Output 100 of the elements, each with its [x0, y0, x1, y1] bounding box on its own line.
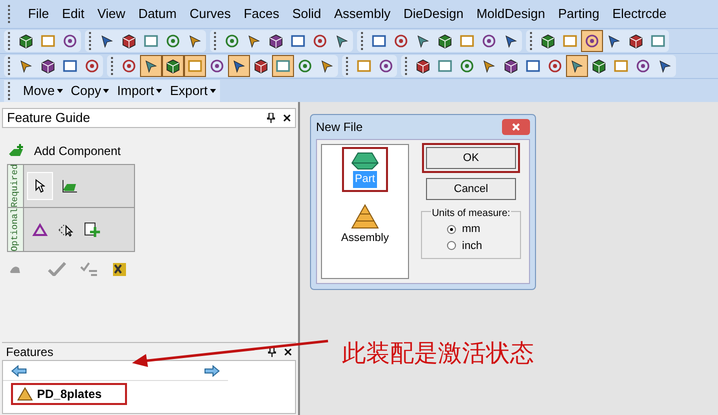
square-icon [187, 58, 203, 74]
menu-item[interactable]: Datum [138, 4, 177, 24]
circle-icon [481, 33, 497, 49]
radio-button[interactable] [447, 224, 456, 234]
arrow-icon [18, 58, 34, 74]
menu-item[interactable]: View [97, 4, 126, 24]
checkmark-icon[interactable] [48, 262, 66, 276]
arrow-icon [319, 58, 335, 74]
pointer-icon [35, 179, 45, 193]
arrow-icon [606, 33, 622, 49]
arrow-icon [99, 33, 115, 49]
circle-icon [209, 58, 225, 74]
menu-item[interactable]: File [28, 4, 49, 24]
dotted-pointer-icon[interactable] [58, 222, 74, 236]
pin-icon[interactable] [268, 346, 276, 356]
radio-option[interactable]: mm [447, 221, 495, 238]
circle-icon [84, 58, 100, 74]
circle-icon [312, 33, 328, 49]
solid-block-icon [350, 151, 380, 171]
annotation-text: 此装配是激活状态 [342, 338, 534, 369]
dropdown-menu-button[interactable]: Import [117, 80, 162, 100]
arrow-icon [334, 33, 350, 49]
panel-title: Feature Guide [7, 109, 90, 128]
menu-item[interactable]: MoldDesign [476, 4, 546, 24]
right-arrow-icon[interactable] [204, 364, 220, 376]
command-label: Add Component [34, 143, 121, 160]
radio-option[interactable]: inch [447, 238, 495, 254]
arrow-icon [143, 58, 159, 74]
panel-title: Features [6, 344, 54, 360]
menu-item[interactable]: Parting [558, 4, 600, 24]
square-icon [275, 58, 291, 74]
required-label: Required [8, 165, 24, 207]
arrow-icon [415, 33, 431, 49]
part-plus-icon [8, 144, 26, 158]
toolbar-button[interactable] [228, 55, 250, 77]
pointer-button[interactable] [27, 172, 53, 200]
left-arrow-icon[interactable] [11, 364, 27, 376]
circle-icon [121, 58, 137, 74]
arrow-icon [187, 33, 203, 49]
close-icon [512, 123, 520, 131]
menu-item[interactable]: Solid [292, 4, 322, 24]
arrow-icon [657, 58, 673, 74]
tree-item[interactable]: PD_8plates [11, 383, 127, 405]
caret-icon [210, 88, 216, 92]
circle-icon [224, 33, 240, 49]
dropdown-menu-button[interactable]: Export [170, 80, 216, 100]
circle-icon [635, 58, 651, 74]
cube-icon [591, 58, 607, 74]
dropdown-menu-button[interactable]: Copy [70, 80, 110, 100]
cube-icon [628, 33, 644, 49]
file-type-option[interactable]: Assembly [331, 200, 399, 250]
square-icon [459, 33, 475, 49]
document-plus-icon[interactable] [84, 222, 100, 238]
cube-icon [503, 58, 519, 74]
close-button[interactable] [502, 119, 530, 135]
circle-icon [297, 58, 313, 74]
cube-icon [40, 58, 56, 74]
menu-item[interactable]: Edit [62, 4, 84, 24]
part-icon[interactable] [61, 178, 79, 194]
menu-item[interactable]: Faces [244, 4, 280, 24]
exit-icon[interactable] [112, 261, 128, 277]
toolbar-button[interactable] [162, 55, 184, 77]
menu-item[interactable]: Curves [190, 4, 231, 24]
close-icon[interactable] [283, 114, 291, 122]
cube-icon [165, 58, 181, 74]
arrow-icon [246, 33, 262, 49]
square-icon [40, 33, 56, 49]
pin-icon[interactable] [267, 113, 275, 123]
toolbar-button[interactable] [140, 55, 162, 77]
toolbar-button[interactable] [272, 55, 294, 77]
dialog-title: New File [316, 119, 363, 136]
radio-button[interactable] [447, 241, 456, 250]
toolbar-button[interactable] [566, 55, 588, 77]
arrow-icon [569, 58, 585, 74]
square-icon [143, 33, 159, 49]
cube-icon [415, 58, 431, 74]
pyramid-icon [17, 387, 33, 401]
dialog-button[interactable]: Cancel [426, 178, 516, 200]
square-icon [525, 58, 541, 74]
square-icon [371, 33, 387, 49]
toolbar-button[interactable] [184, 55, 206, 77]
cube-icon [540, 33, 556, 49]
menu-item[interactable]: DieDesign [403, 4, 464, 24]
cube-icon [253, 58, 269, 74]
close-icon[interactable] [284, 348, 292, 356]
square-icon [562, 33, 578, 49]
menu-item[interactable]: Assembly [334, 4, 390, 24]
caret-icon [103, 88, 110, 92]
circle-icon [547, 58, 563, 74]
square-icon [290, 33, 306, 49]
square-icon [356, 58, 372, 74]
circle-icon [62, 33, 78, 49]
cube-icon [268, 33, 284, 49]
menu-item[interactable]: Electrcde [612, 4, 667, 24]
dropdown-menu-button[interactable]: Move [23, 80, 63, 100]
caret-icon [56, 88, 63, 92]
cube-icon [18, 33, 34, 49]
check-arrows-icon[interactable] [80, 262, 98, 276]
arrow-icon [231, 58, 247, 74]
circle-icon [584, 33, 600, 49]
